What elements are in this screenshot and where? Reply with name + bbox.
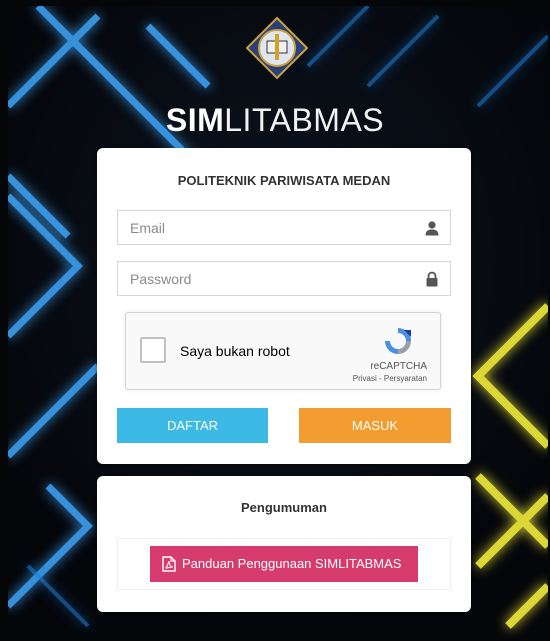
user-icon [425, 221, 439, 236]
recaptcha-links[interactable]: Privasi - Persyaratan [353, 374, 427, 383]
password-input[interactable] [118, 262, 432, 295]
app-title-bold: SIM [165, 102, 225, 138]
user-guide-label: Panduan Penggunaan SIMLITABMAS [182, 556, 402, 571]
page-frame: SIMLITABMAS POLITEKNIK PARIWISATA MEDAN … [8, 6, 548, 638]
pdf-file-icon [162, 556, 176, 572]
announcement-card: Pengumuman Panduan Penggunaan SIMLITABMA… [97, 476, 471, 612]
register-button[interactable]: DAFTAR [117, 408, 268, 443]
institution-logo [245, 16, 309, 80]
app-title-light: LITABMAS [224, 102, 385, 138]
login-card: POLITEKNIK PARIWISATA MEDAN Saya bukan r… [97, 148, 471, 464]
recaptcha-label: Saya bukan robot [180, 343, 290, 359]
recaptcha-icon [385, 328, 411, 354]
recaptcha-checkbox[interactable] [140, 337, 166, 363]
login-button[interactable]: MASUK [299, 408, 451, 443]
institution-name: POLITEKNIK PARIWISATA MEDAN [177, 173, 391, 188]
recaptcha-brand: reCAPTCHA [370, 361, 427, 372]
recaptcha-widget: Saya bukan robot reCAPTCHA Privasi - Per… [125, 312, 441, 390]
user-guide-button[interactable]: Panduan Penggunaan SIMLITABMAS [150, 546, 418, 582]
password-field[interactable] [117, 261, 451, 296]
email-field[interactable] [117, 210, 451, 245]
app-title: SIMLITABMAS [8, 102, 548, 139]
announcement-title: Pengumuman [241, 500, 327, 515]
email-input[interactable] [118, 211, 432, 244]
lock-icon [426, 271, 438, 287]
